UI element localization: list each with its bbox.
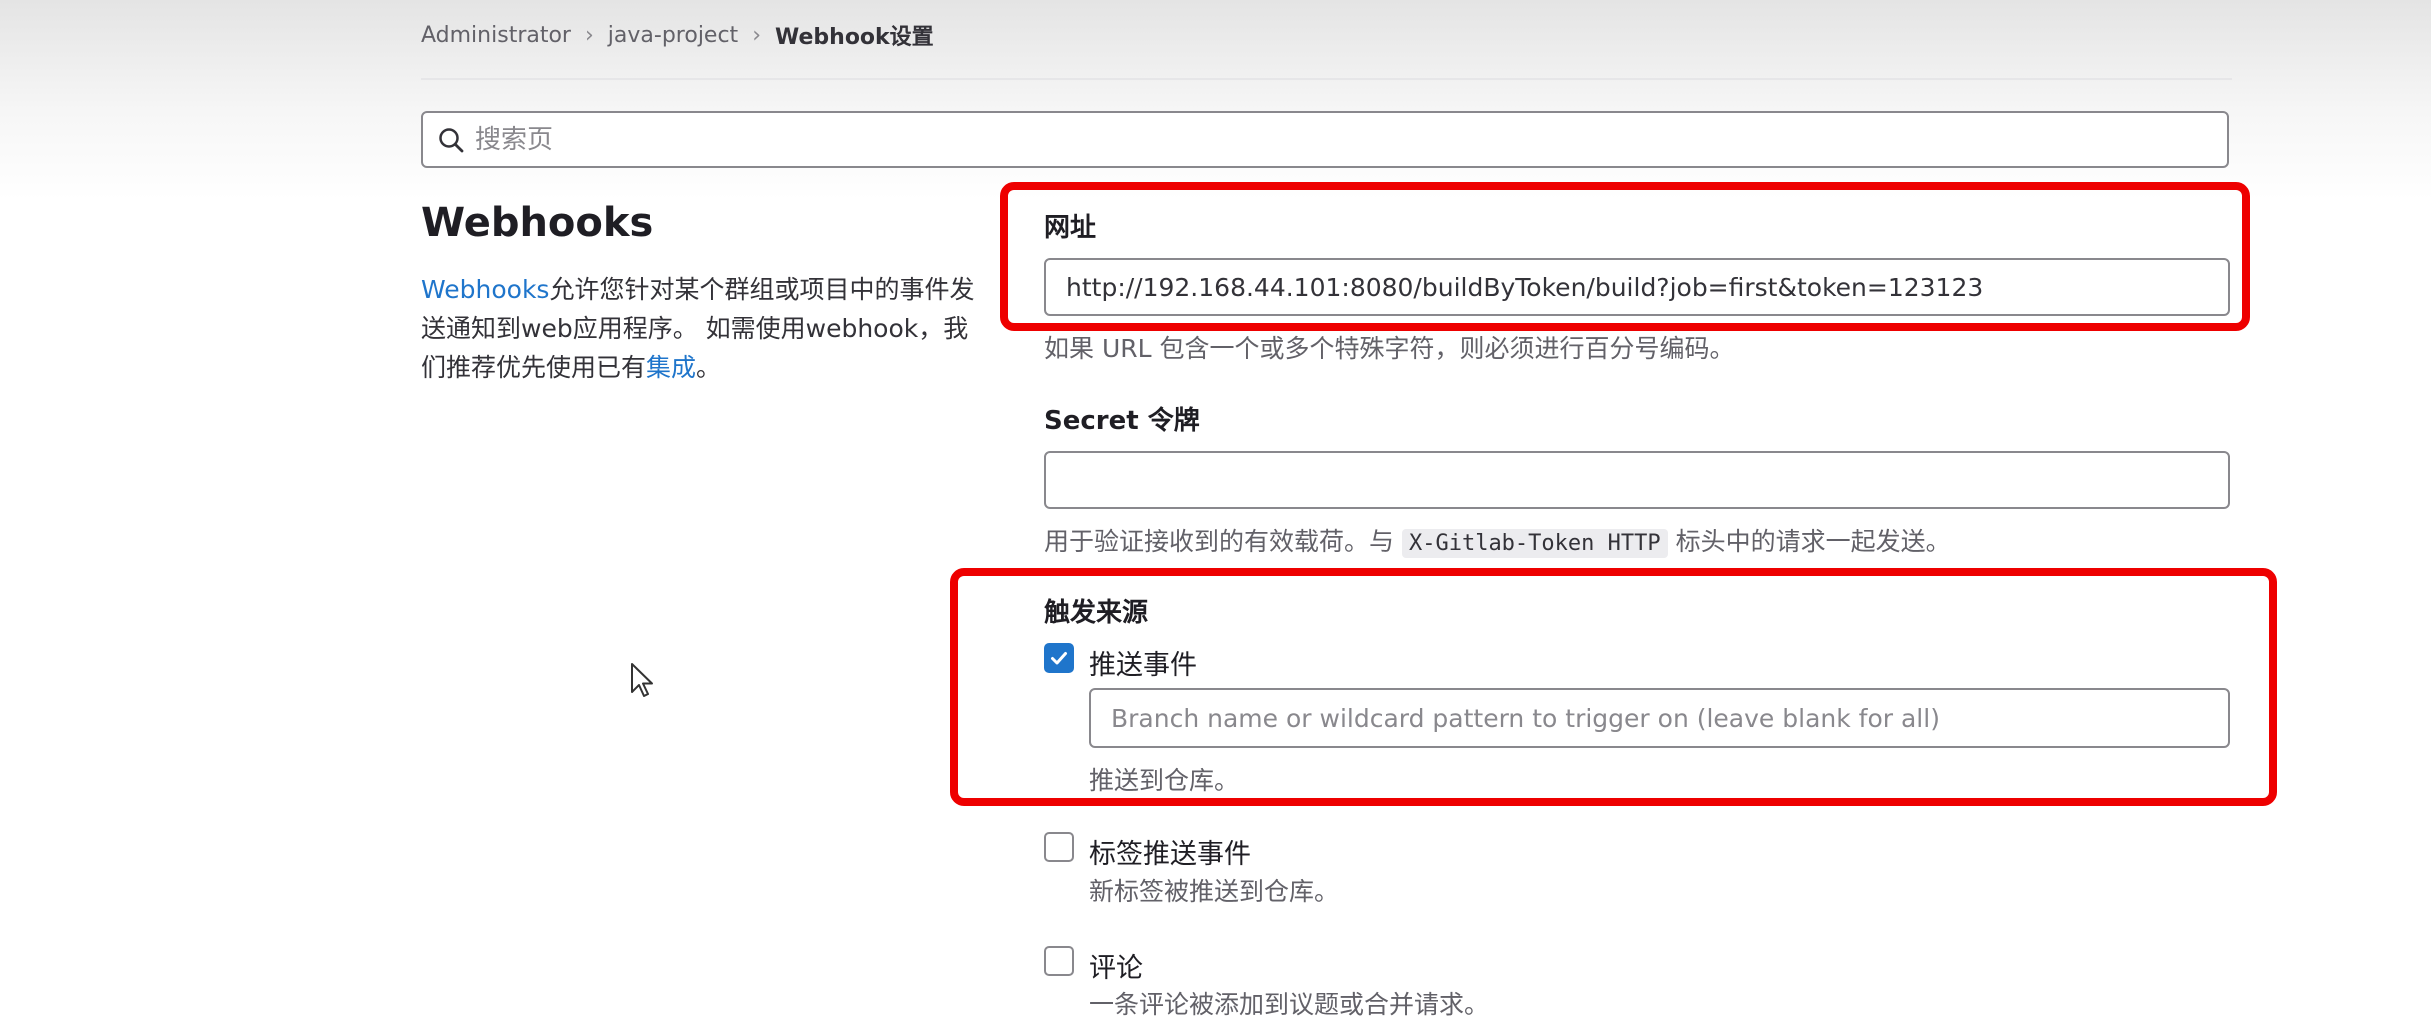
webhooks-docs-link[interactable]: Webhooks [421, 275, 549, 304]
mouse-cursor-icon [631, 663, 653, 697]
tag-push-events-label[interactable]: 标签推送事件 [1089, 832, 1251, 871]
secret-help-prefix: 用于验证接收到的有效载荷。与 [1044, 527, 1395, 556]
comments-help: 一条评论被添加到议题或合并请求。 [1089, 990, 1490, 1019]
breadcrumb-current: Webhook设置 [775, 25, 934, 50]
search-icon [439, 127, 464, 152]
chevron-right-icon: › [752, 22, 761, 48]
secret-token-label: Secret 令牌 [1044, 406, 1200, 436]
chevron-right-icon: › [584, 22, 594, 48]
push-events-help: 推送到仓库。 [1089, 766, 1240, 795]
secret-help-suffix: 标头中的请求一起发送。 [1675, 527, 1951, 556]
push-events-checkbox[interactable] [1044, 643, 1074, 673]
breadcrumb: Administrator › java-project › Webhook设置 [421, 18, 934, 52]
trigger-label: 触发来源 [1044, 598, 1149, 628]
branch-filter-input[interactable] [1089, 688, 2230, 748]
search-input[interactable] [473, 123, 2177, 156]
breadcrumb-administrator[interactable]: Administrator [421, 23, 571, 48]
breadcrumb-project[interactable]: java-project [608, 23, 738, 48]
comments-checkbox[interactable] [1044, 946, 1074, 976]
checkmark-icon [1051, 652, 1067, 665]
description-end: 。 [696, 353, 722, 382]
divider [421, 78, 2232, 80]
top-shade [0, 0, 2431, 200]
push-events-label[interactable]: 推送事件 [1089, 643, 1197, 682]
url-label: 网址 [1044, 213, 1097, 243]
search-box[interactable] [421, 111, 2229, 168]
page-title: Webhooks [421, 200, 654, 246]
page-description: Webhooks允许您针对某个群组或项目中的事件发送通知到web应用程序。 如需… [421, 270, 981, 387]
comments-label[interactable]: 评论 [1089, 946, 1143, 985]
secret-token-help: 用于验证接收到的有效载荷。与 X-Gitlab-Token HTTP 标头中的请… [1044, 522, 1951, 558]
tag-push-events-checkbox[interactable] [1044, 832, 1074, 862]
integrations-link[interactable]: 集成 [646, 353, 696, 382]
url-help: 如果 URL 包含一个或多个特殊字符，则必须进行百分号编码。 [1044, 334, 1735, 363]
secret-token-input[interactable] [1044, 451, 2230, 509]
header-code: X-Gitlab-Token HTTP [1401, 529, 1668, 558]
url-input[interactable] [1044, 258, 2230, 316]
tag-push-events-help: 新标签被推送到仓库。 [1089, 877, 1340, 906]
